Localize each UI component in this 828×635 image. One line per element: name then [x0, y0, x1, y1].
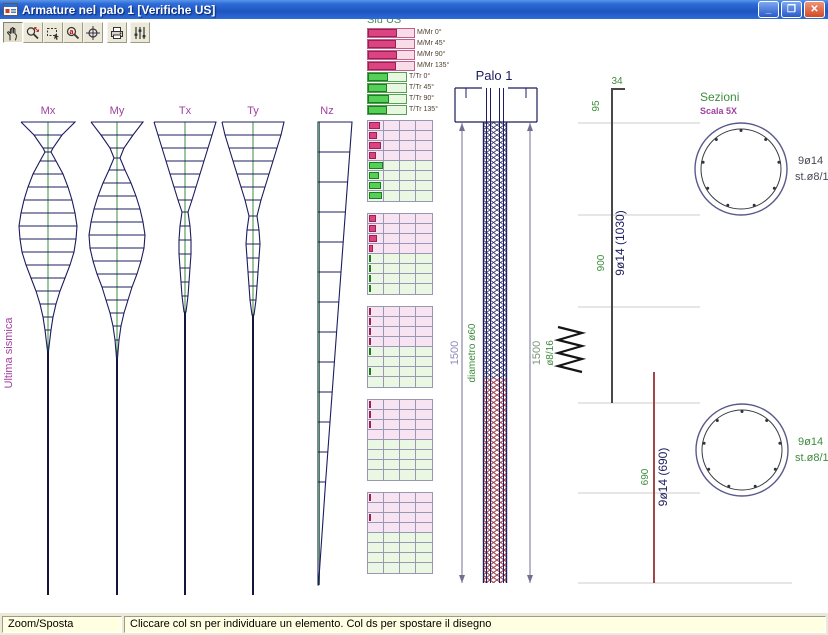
zoom-pointer-button[interactable] — [23, 22, 43, 43]
diagram-label: Tx — [179, 105, 192, 117]
envelope-diagrams[interactable]: Mx My Tx Ty Nz — [19, 105, 352, 595]
maximize-button[interactable]: ❒ — [781, 1, 802, 18]
ratio-block — [367, 120, 433, 202]
schedule-hook-dim: 34 — [611, 76, 623, 87]
zoom-window-icon — [45, 25, 61, 41]
section-top-stirrups-label: st.ø8/1 — [795, 171, 828, 183]
legend-item-label: M/Mr 135° — [417, 62, 449, 69]
legend-item: M/Mr 0° — [367, 28, 449, 37]
bar-schedule[interactable]: 34 95 900 9ø14 (1030) 690 9ø14 (690) — [578, 76, 792, 583]
section-bottom-bars-label: 9ø14 — [798, 436, 823, 448]
diagram-nz[interactable]: Nz — [318, 105, 352, 585]
legend-item: M/Mr 135° — [367, 61, 449, 70]
diagram-my[interactable]: My — [89, 105, 145, 595]
window-title: Armature nel palo 1 [Verifiche US] — [22, 3, 215, 17]
legend-item-label: T/Tr 90° — [409, 95, 434, 102]
legend-item: M/Mr 90° — [367, 50, 449, 59]
section-bottom-stirrups-label: st.ø8/1 — [795, 452, 828, 464]
center-view-button[interactable] — [83, 22, 103, 43]
diagram-rungs — [318, 122, 352, 482]
legend-item-label: T/Tr 45° — [409, 84, 434, 91]
pan-hand-button[interactable] — [3, 22, 23, 43]
pile-length-right: 1500 — [531, 341, 543, 365]
pile-length-left: 1500 — [449, 341, 461, 365]
legend-item-label: T/Tr 135° — [409, 106, 438, 113]
section-top-bars-label: 9ø14 — [798, 155, 823, 167]
diagram-label: Nz — [320, 105, 333, 117]
schedule-bar1-label: 9ø14 (1030) — [613, 210, 627, 275]
ratio-block — [367, 492, 433, 574]
diagram-tx[interactable]: Tx — [154, 105, 216, 595]
app-window: { "window": { "title": "Armature nel pal… — [0, 0, 828, 635]
schedule-bar1-seg-dim: 900 — [596, 254, 607, 271]
pile-elevation[interactable]: Palo 1 1500 diametro ø60 1500 ø8/16 — [449, 68, 582, 583]
schedule-bar2-label: 9ø14 (690) — [656, 448, 670, 507]
close-button[interactable]: ✕ — [804, 1, 825, 18]
legend-item: M/Mr 45° — [367, 39, 449, 48]
app-icon — [3, 3, 18, 16]
ratio-block — [367, 306, 433, 388]
legend-item: T/Tr 135° — [367, 105, 449, 114]
minimize-button[interactable]: _ — [758, 1, 779, 18]
center-view-icon — [85, 25, 101, 41]
pile-cap — [455, 88, 537, 122]
hand-icon — [5, 25, 21, 41]
zoom-pointer-icon — [25, 25, 41, 41]
section-bottom[interactable] — [696, 404, 788, 496]
soil-spring-icon — [558, 327, 582, 372]
zoom-all-icon: a — [65, 25, 81, 41]
zoom-window-button[interactable] — [43, 22, 63, 43]
pile-title: Palo 1 — [476, 68, 513, 83]
printer-icon — [109, 25, 125, 41]
pile-diameter-label: diametro ø60 — [467, 323, 478, 382]
legend-item-label: M/Mr 0° — [417, 29, 442, 36]
diagram-label: My — [110, 105, 125, 117]
pile-stirrup-label: ø8/16 — [545, 340, 556, 366]
status-mode: Zoom/Sposta — [2, 616, 122, 633]
load-case-label: Ultima sismica — [3, 317, 15, 389]
legend-item-label: M/Mr 90° — [417, 51, 445, 58]
legend-item: T/Tr 90° — [367, 94, 449, 103]
print-button[interactable] — [107, 22, 127, 43]
section-top[interactable] — [695, 123, 787, 215]
diagram-mx[interactable]: Mx — [19, 105, 77, 595]
ratio-block — [367, 213, 433, 295]
diagram-envelope — [318, 122, 352, 585]
sections[interactable]: Sezioni Scala 5X 9ø14 st.ø8/1 9ø14 st.ø8… — [695, 90, 828, 496]
schedule-gridlines — [578, 123, 792, 583]
schedule-bar2-seg-dim: 690 — [640, 468, 651, 485]
legend-item-label: M/Mr 45° — [417, 40, 445, 47]
sliders-icon — [132, 25, 148, 41]
schedule-top-offset-dim: 95 — [591, 100, 602, 112]
diagram-ty[interactable]: Ty — [222, 105, 284, 595]
status-hint: Cliccare col sn per individuare un eleme… — [124, 616, 826, 633]
sections-title: Sezioni — [700, 90, 739, 104]
ratio-block — [367, 399, 433, 481]
status-bar: Zoom/Sposta Cliccare col sn per individu… — [0, 612, 828, 635]
legend: Slu US M/Mr 0°M/Mr 45°M/Mr 90°M/Mr 135°T… — [367, 14, 449, 116]
diagram-label: Mx — [41, 105, 56, 117]
title-bar: Armature nel palo 1 [Verifiche US] _ ❒ ✕ — [0, 0, 828, 19]
ratio-blocks — [367, 120, 433, 585]
diagram-label: Ty — [247, 105, 259, 117]
legend-item: T/Tr 45° — [367, 83, 449, 92]
legend-item-label: T/Tr 0° — [409, 73, 430, 80]
zoom-all-button[interactable]: a — [63, 22, 83, 43]
svg-text:a: a — [70, 29, 74, 36]
display-options-button[interactable] — [130, 22, 150, 43]
legend-item: T/Tr 0° — [367, 72, 449, 81]
sections-scale: Scala 5X — [700, 106, 737, 116]
